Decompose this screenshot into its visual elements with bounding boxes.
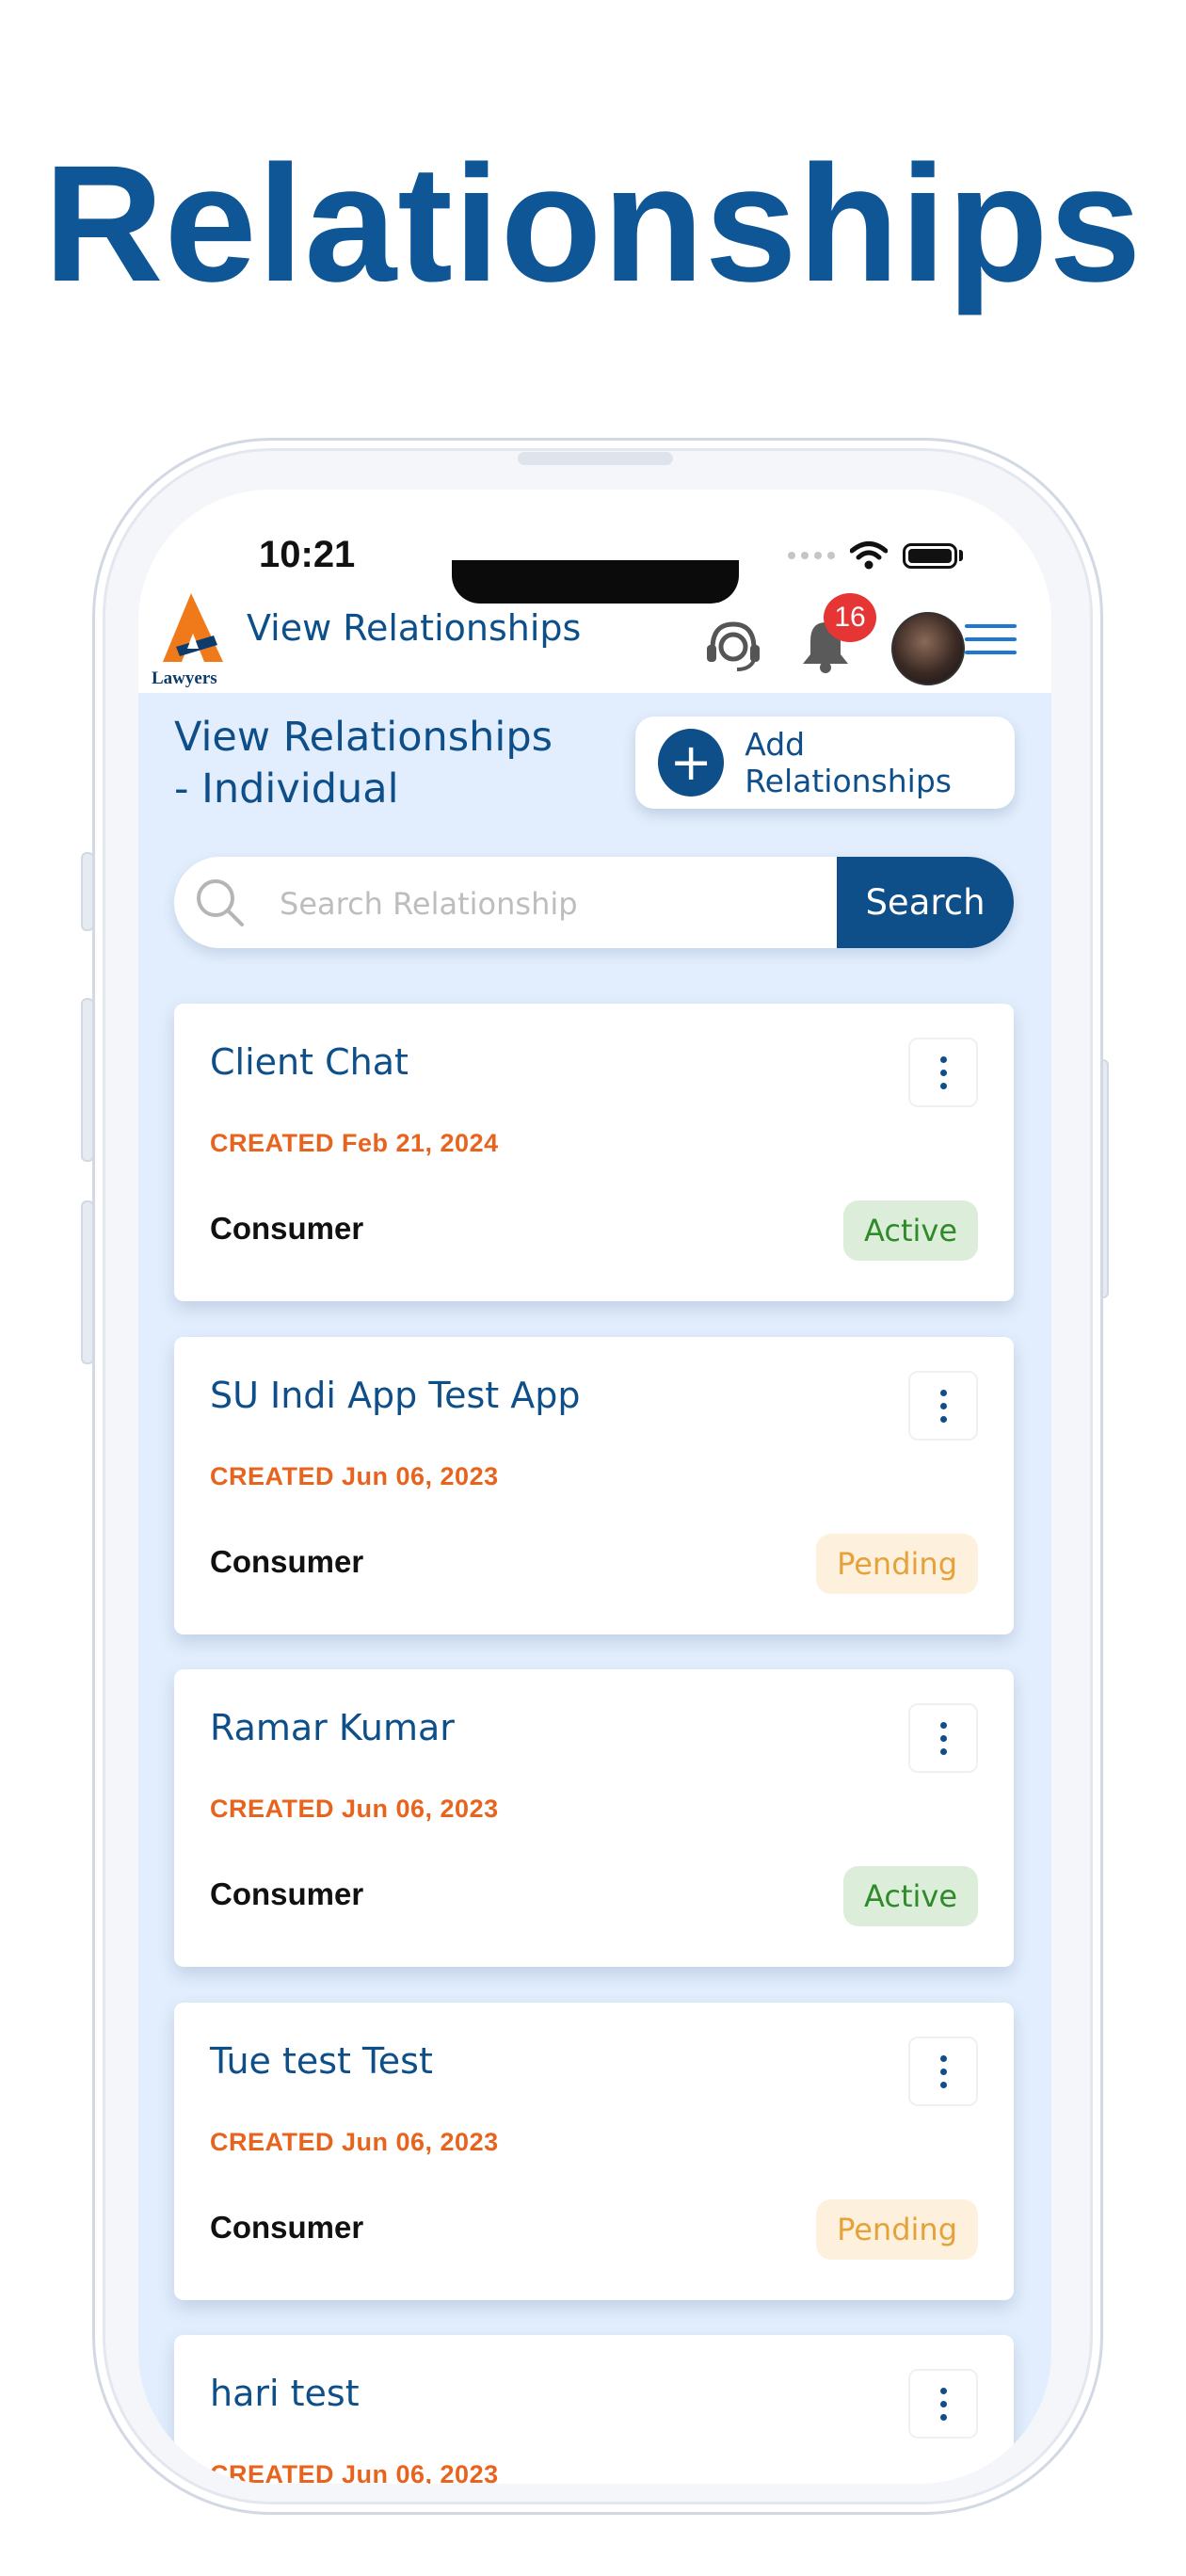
page-title: View Relationships - Individual xyxy=(174,714,553,813)
relationship-card[interactable]: SU Indi App Test App CREATED Jun 06, 202… xyxy=(174,1337,1014,1634)
more-options-icon[interactable] xyxy=(908,1371,978,1441)
search-input[interactable] xyxy=(278,857,837,948)
support-headset-icon[interactable] xyxy=(703,617,763,673)
relationship-name[interactable]: SU Indi App Test App xyxy=(210,1375,581,1416)
notification-count-badge: 16 xyxy=(824,593,876,642)
search-bar: Search xyxy=(174,857,1014,948)
signal-icon xyxy=(788,552,835,559)
wifi-icon xyxy=(850,541,888,570)
header-title: View Relationships xyxy=(247,607,582,649)
user-avatar[interactable] xyxy=(891,612,965,685)
more-options-icon[interactable] xyxy=(908,2369,978,2439)
status-badge: Active xyxy=(843,1866,978,1926)
relationship-name[interactable]: Tue test Test xyxy=(210,2040,433,2082)
battery-cap xyxy=(959,550,963,561)
relationship-name[interactable]: hari test xyxy=(210,2373,360,2414)
search-icon xyxy=(197,879,244,926)
status-badge: Active xyxy=(843,1200,978,1261)
battery-icon xyxy=(903,542,957,569)
promo-headline: Relationships xyxy=(43,132,1143,316)
relationship-name[interactable]: Client Chat xyxy=(210,1041,409,1083)
relationship-type: Consumer xyxy=(210,1876,364,1911)
relationship-card[interactable]: Client Chat CREATED Feb 21, 2024 Consume… xyxy=(174,1004,1014,1301)
search-button[interactable]: Search xyxy=(837,857,1014,948)
relationship-card[interactable]: Ramar Kumar CREATED Jun 06, 2023 Consume… xyxy=(174,1669,1014,1967)
relationship-created-date: CREATED Jun 06, 2023 xyxy=(210,1462,499,1490)
status-badge: Pending xyxy=(816,2199,978,2260)
relationship-type: Consumer xyxy=(210,1211,364,1246)
add-relationships-button[interactable]: + Add Relationships xyxy=(635,716,1015,809)
more-options-icon[interactable] xyxy=(908,2037,978,2106)
logo-text: Lawyers xyxy=(152,668,217,688)
more-options-icon[interactable] xyxy=(908,1703,978,1773)
relationship-type: Consumer xyxy=(210,2210,364,2245)
relationship-created-date: CREATED Feb 21, 2024 xyxy=(210,1129,499,1157)
add-relationships-label: Add Relationships xyxy=(745,726,952,799)
more-options-icon[interactable] xyxy=(908,1038,978,1107)
main-content: View Relationships - Individual + Add Re… xyxy=(138,693,1051,2484)
phone-speaker xyxy=(518,452,673,465)
relationship-created-date: CREATED Jun 06, 2023 xyxy=(210,2460,499,2484)
status-indicators xyxy=(788,537,963,574)
status-badge: Pending xyxy=(816,1534,978,1594)
hamburger-menu-icon[interactable] xyxy=(965,624,1017,669)
relationship-card[interactable]: Tue test Test CREATED Jun 06, 2023 Consu… xyxy=(174,2003,1014,2300)
status-time: 10:21 xyxy=(259,534,356,575)
app-header: Lawyers View Relationships 16 xyxy=(138,579,1051,706)
relationship-name[interactable]: Ramar Kumar xyxy=(210,1707,455,1748)
plus-icon: + xyxy=(658,729,725,797)
relationship-created-date: CREATED Jun 06, 2023 xyxy=(210,1795,499,1823)
relationship-type: Consumer xyxy=(210,1544,364,1579)
relationship-created-date: CREATED Jun 06, 2023 xyxy=(210,2128,499,2156)
phone-screen: 10:21 Lawyers View Relationships 16 View… xyxy=(138,490,1051,2484)
relationship-card[interactable]: hari test CREATED Jun 06, 2023 xyxy=(174,2335,1014,2484)
